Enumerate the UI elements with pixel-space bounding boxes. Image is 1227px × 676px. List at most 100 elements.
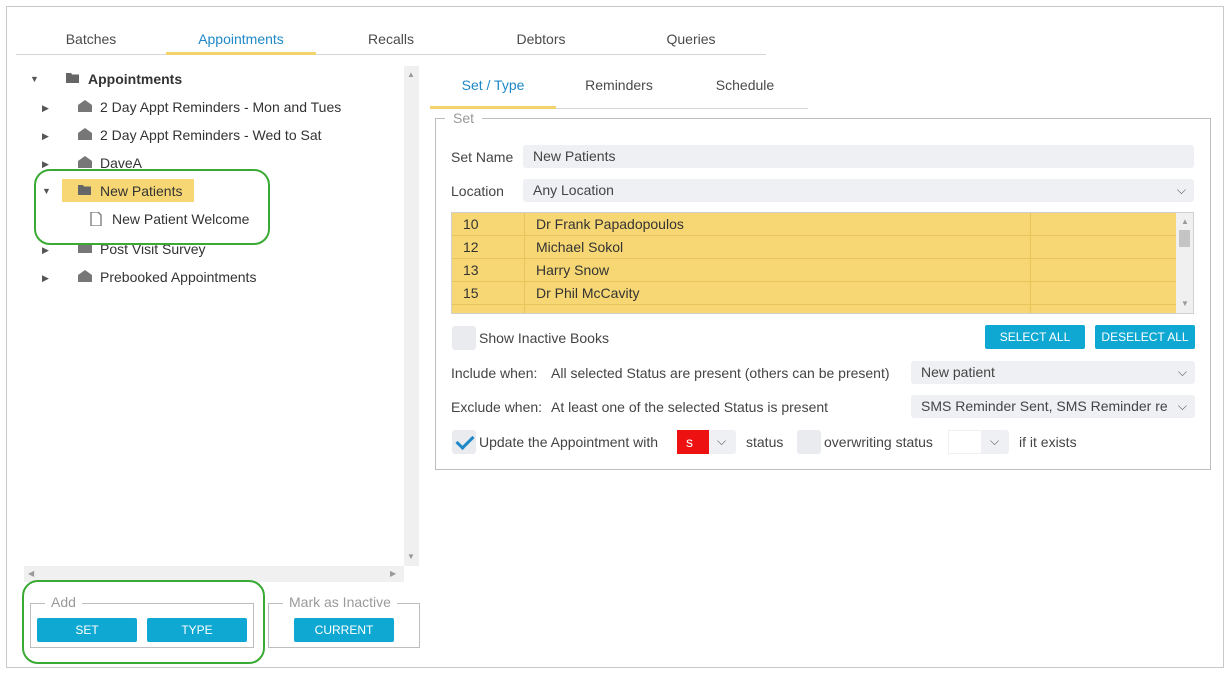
select-all-button[interactable]: SELECT ALL [985, 325, 1085, 349]
exclude-when-text: At least one of the selected Status is p… [551, 399, 829, 415]
tree-item[interactable]: ▶ Post Visit Survey [40, 237, 300, 261]
main-tabs: Batches Appointments Recalls Debtors Que… [16, 28, 766, 55]
tree-item-selected[interactable]: ▼ New Patients [40, 179, 200, 203]
update-appointment-checkbox[interactable] [452, 430, 476, 454]
scroll-up-icon[interactable]: ▲ [1181, 217, 1189, 226]
column-divider [524, 259, 525, 282]
scroll-right-icon[interactable]: ▶ [390, 569, 396, 578]
include-when-text: All selected Status are present (others … [551, 365, 890, 381]
exclude-status-select[interactable]: SMS Reminder Sent, SMS Reminder re ⌵ [911, 395, 1195, 418]
overwrite-status-select[interactable]: ⌵ [948, 430, 1009, 454]
envelope-open-icon [78, 156, 92, 168]
column-divider [524, 282, 525, 305]
books-list-scrollbar[interactable]: ▲ ▼ [1176, 213, 1193, 313]
list-item[interactable]: 13 Harry Snow [452, 259, 1176, 282]
list-item[interactable]: 10 Dr Frank Papadopoulos [452, 213, 1176, 236]
caret-down-icon[interactable]: ▼ [42, 186, 52, 196]
envelope-open-icon [78, 100, 92, 112]
add-type-button[interactable]: TYPE [147, 618, 247, 642]
overwriting-checkbox[interactable] [797, 430, 821, 454]
tab-appointments[interactable]: Appointments [166, 28, 316, 55]
tab-queries[interactable]: Queries [616, 28, 766, 55]
book-name: Dr Phil McCavity [536, 285, 640, 301]
chevron-down-icon: ⌵ [1176, 183, 1186, 197]
column-divider [1030, 305, 1031, 313]
tree-item-label: DaveA [100, 155, 143, 171]
tree-item[interactable]: ▶ 2 Day Appt Reminders - Wed to Sat [40, 123, 360, 147]
envelope-open-icon [78, 270, 92, 282]
tree-item[interactable]: ▶ Prebooked Appointments [40, 265, 300, 289]
exclude-status-value: SMS Reminder Sent, SMS Reminder re [921, 398, 1168, 414]
location-select[interactable]: Any Location ⌵ [523, 179, 1194, 202]
list-item[interactable]: 15 Dr Phil McCavity [452, 282, 1176, 305]
tab-recalls[interactable]: Recalls [316, 28, 466, 55]
deselect-all-button[interactable]: DESELECT ALL [1095, 325, 1195, 349]
status-label: status [746, 434, 784, 450]
chevron-down-icon: ⌵ [990, 434, 1000, 448]
scroll-down-icon[interactable]: ▼ [1181, 299, 1189, 308]
scroll-up-icon[interactable]: ▲ [407, 70, 415, 79]
location-value: Any Location [533, 182, 614, 198]
chevron-down-icon: ⌵ [1173, 395, 1187, 418]
caret-right-icon[interactable]: ▶ [42, 131, 52, 141]
document-icon [90, 211, 104, 227]
scroll-down-icon[interactable]: ▼ [407, 552, 415, 561]
column-divider [524, 305, 525, 313]
set-name-label: Set Name [451, 149, 514, 165]
chevron-down-icon: ⌵ [1177, 365, 1187, 379]
list-item-partial[interactable] [452, 305, 1176, 313]
include-status-value: New patient [921, 364, 995, 380]
tree-item[interactable]: ▶ DaveA [40, 151, 240, 175]
set-name-input[interactable]: New Patients [523, 145, 1194, 168]
include-status-select[interactable]: New patient ⌵ [911, 361, 1195, 384]
tab-debtors[interactable]: Debtors [466, 28, 616, 55]
tree-item-label: Prebooked Appointments [100, 269, 257, 285]
status-color-swatch: s [677, 430, 709, 454]
show-inactive-label: Show Inactive Books [479, 330, 609, 346]
caret-down-icon[interactable]: ▼ [30, 74, 40, 84]
chevron-down-icon: ⌵ [717, 434, 727, 448]
caret-right-icon[interactable]: ▶ [42, 245, 52, 255]
status-color-swatch-empty [948, 430, 982, 454]
column-divider [524, 213, 525, 236]
tab-schedule[interactable]: Schedule [682, 70, 808, 109]
show-inactive-checkbox[interactable] [452, 326, 476, 350]
include-when-label: Include when: [451, 365, 538, 381]
scroll-left-icon[interactable]: ◀ [28, 569, 34, 578]
sub-tabs: Set / Type Reminders Schedule [430, 70, 808, 109]
books-list[interactable]: 10 Dr Frank Papadopoulos 12 Michael Soko… [451, 212, 1194, 314]
if-exists-label: if it exists [1019, 434, 1077, 450]
envelope-open-icon [78, 128, 92, 140]
caret-right-icon[interactable]: ▶ [42, 159, 52, 169]
column-divider [1030, 236, 1031, 259]
folder-open-icon [66, 72, 80, 84]
exclude-when-label: Exclude when: [451, 399, 543, 415]
tree-item-label: Post Visit Survey [100, 241, 206, 257]
book-name: Dr Frank Papadopoulos [536, 216, 684, 232]
book-name: Harry Snow [536, 262, 610, 278]
tree-item-label: 2 Day Appt Reminders - Wed to Sat [100, 127, 322, 143]
tab-batches[interactable]: Batches [16, 28, 166, 55]
book-name: Michael Sokol [536, 239, 624, 255]
location-label: Location [451, 183, 504, 199]
folder-open-icon [78, 184, 92, 196]
tree-vertical-scrollbar[interactable]: ▲ ▼ [404, 66, 419, 566]
column-divider [1030, 213, 1031, 236]
tree-root[interactable]: ▼ Appointments [30, 67, 330, 91]
tab-reminders[interactable]: Reminders [556, 70, 682, 109]
tab-set-type[interactable]: Set / Type [430, 70, 556, 109]
caret-right-icon[interactable]: ▶ [42, 103, 52, 113]
tree-horizontal-scrollbar[interactable]: ◀ ▶ [24, 566, 404, 582]
list-item[interactable]: 12 Michael Sokol [452, 236, 1176, 259]
set-legend: Set [445, 110, 483, 126]
overwriting-label: overwriting status [824, 434, 933, 450]
tree-subitem[interactable]: New Patient Welcome [90, 207, 290, 231]
mark-inactive-legend: Mark as Inactive [283, 594, 397, 610]
tree-root-label: Appointments [88, 71, 183, 87]
caret-right-icon[interactable]: ▶ [42, 273, 52, 283]
add-set-button[interactable]: SET [37, 618, 137, 642]
scroll-thumb[interactable] [1179, 230, 1190, 247]
mark-inactive-current-button[interactable]: CURRENT [294, 618, 394, 642]
tree-item[interactable]: ▶ 2 Day Appt Reminders - Mon and Tues [40, 95, 360, 119]
update-status-select[interactable]: s ⌵ [677, 430, 736, 454]
